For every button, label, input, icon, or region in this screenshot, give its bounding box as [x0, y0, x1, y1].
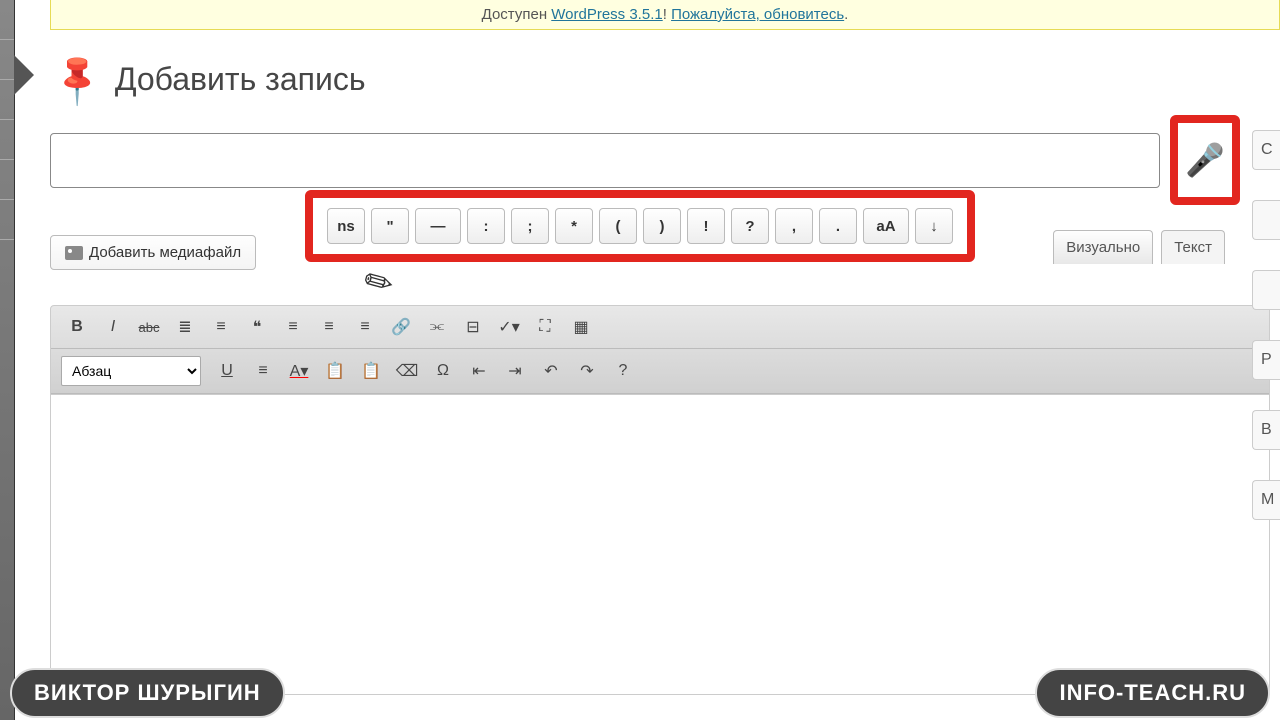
sidebar-item[interactable]	[0, 120, 14, 160]
fullscreen-button[interactable]: ⛶	[529, 313, 561, 341]
tab-text[interactable]: Текст	[1161, 230, 1225, 264]
side-panel-stub[interactable]: М	[1252, 480, 1280, 520]
text-color-button[interactable]: A▾	[283, 357, 315, 385]
side-panel-stub[interactable]	[1252, 270, 1280, 310]
sidebar-item[interactable]	[0, 80, 14, 120]
paste-word-button[interactable]: 📋	[355, 357, 387, 385]
redo-button[interactable]: ↷	[571, 357, 603, 385]
editor-content-area[interactable]	[50, 395, 1270, 695]
outdent-button[interactable]: ⇤	[463, 357, 495, 385]
add-media-label: Добавить медиафайл	[89, 244, 241, 261]
link-button[interactable]: 🔗	[385, 313, 417, 341]
admin-sidebar	[0, 0, 15, 720]
microphone-highlight: 🎤	[1170, 115, 1240, 205]
side-metaboxes: С Р В М	[1252, 130, 1280, 630]
update-suffix: .	[844, 6, 848, 23]
format-select[interactable]: Абзац	[61, 356, 201, 386]
update-link[interactable]: Пожалуйста, обновитесь	[671, 6, 844, 23]
update-notice: Доступен WordPress 3.5.1! Пожалуйста, об…	[50, 0, 1280, 30]
side-panel-stub[interactable]: Р	[1252, 340, 1280, 380]
update-prefix: Доступен	[482, 6, 552, 23]
align-left-button[interactable]: ≡	[277, 313, 309, 341]
kitchen-sink-button[interactable]: ▦	[565, 313, 597, 341]
underline-button[interactable]: U	[211, 357, 243, 385]
sidebar-item[interactable]	[0, 160, 14, 200]
help-button[interactable]: ?	[607, 357, 639, 385]
undo-button[interactable]: ↶	[535, 357, 567, 385]
side-panel-stub[interactable]	[1252, 200, 1280, 240]
tab-visual[interactable]: Визуально	[1053, 230, 1153, 264]
pin-icon: 📌	[47, 48, 108, 109]
sidebar-item[interactable]	[0, 0, 14, 40]
punct-colon-button[interactable]: :	[467, 208, 505, 244]
punct-comma-button[interactable]: ,	[775, 208, 813, 244]
align-center-button[interactable]: ≡	[313, 313, 345, 341]
sidebar-item[interactable]	[0, 40, 14, 80]
punct-case-button[interactable]: аА	[863, 208, 909, 244]
wordpress-version-link[interactable]: WordPress 3.5.1	[551, 6, 662, 23]
punct-ns-button[interactable]: ns	[327, 208, 365, 244]
strike-button[interactable]: abc	[133, 313, 165, 341]
microphone-icon[interactable]: 🎤	[1185, 141, 1225, 179]
sidebar-item[interactable]	[0, 200, 14, 240]
align-right-button[interactable]: ≡	[349, 313, 381, 341]
cursor-pencil-icon: ✎	[357, 259, 402, 308]
indent-button[interactable]: ⇥	[499, 357, 531, 385]
more-button[interactable]: ⊟	[457, 313, 489, 341]
post-title-input[interactable]	[50, 133, 1160, 188]
side-panel-stub[interactable]: В	[1252, 410, 1280, 450]
editor-toolbar: B I abc ≣ ≡ ❝ ≡ ≡ ≡ 🔗 ⫘ ⊟ ✓▾ ⛶ ▦ Абзац	[50, 305, 1270, 395]
media-icon	[65, 246, 83, 260]
special-char-button[interactable]: Ω	[427, 357, 459, 385]
punct-quote-button[interactable]: "	[371, 208, 409, 244]
punct-asterisk-button[interactable]: *	[555, 208, 593, 244]
page-title: Добавить запись	[115, 61, 366, 98]
punct-down-button[interactable]: ↓	[915, 208, 953, 244]
erase-format-button[interactable]: ⌫	[391, 357, 423, 385]
side-panel-stub[interactable]: С	[1252, 130, 1280, 170]
punct-exclaim-button[interactable]: !	[687, 208, 725, 244]
punct-semicolon-button[interactable]: ;	[511, 208, 549, 244]
punctuation-toolbar-highlight: ns " — : ; * ( ) ! ? , . аА ↓	[305, 190, 975, 262]
add-media-button[interactable]: Добавить медиафайл	[50, 235, 256, 270]
update-mid: !	[663, 6, 671, 23]
unlink-button[interactable]: ⫘	[421, 313, 453, 341]
punct-period-button[interactable]: .	[819, 208, 857, 244]
spellcheck-button[interactable]: ✓▾	[493, 313, 525, 341]
bold-button[interactable]: B	[61, 313, 93, 341]
punct-dash-button[interactable]: —	[415, 208, 461, 244]
italic-button[interactable]: I	[97, 313, 129, 341]
number-list-button[interactable]: ≡	[205, 313, 237, 341]
punct-paren-close-button[interactable]: )	[643, 208, 681, 244]
punct-paren-open-button[interactable]: (	[599, 208, 637, 244]
paste-text-button[interactable]: 📋	[319, 357, 351, 385]
bullet-list-button[interactable]: ≣	[169, 313, 201, 341]
sidebar-collapse-arrow[interactable]	[14, 55, 34, 95]
punct-question-button[interactable]: ?	[731, 208, 769, 244]
justify-button[interactable]: ≡	[247, 357, 279, 385]
blockquote-button[interactable]: ❝	[241, 313, 273, 341]
